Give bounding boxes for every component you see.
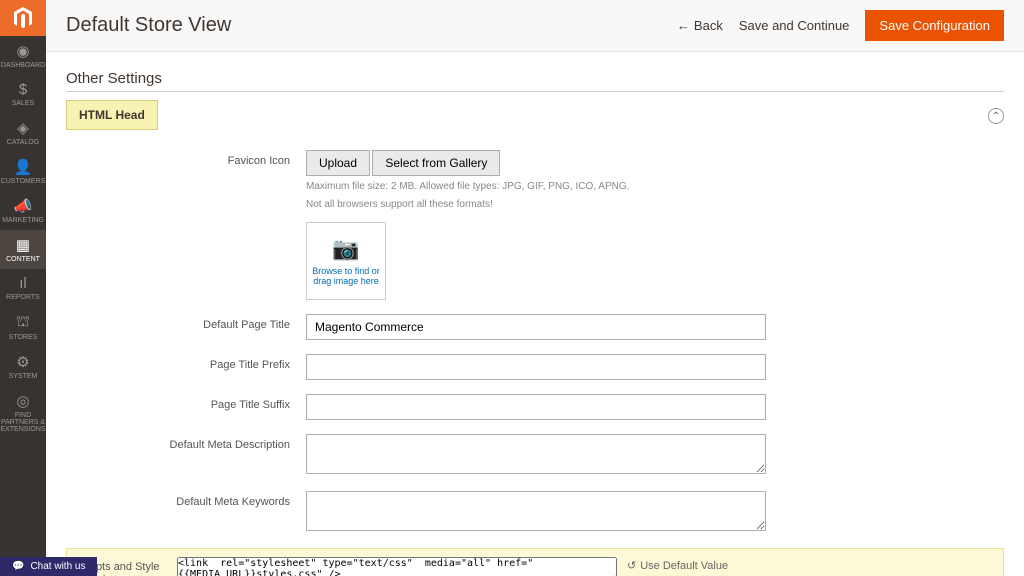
image-dropzone[interactable]: 📷 Browse to find or drag image here	[306, 222, 386, 300]
row-scripts: Scripts and Style Sheets <link rel="styl…	[66, 548, 1004, 576]
layout-icon: ▦	[16, 236, 30, 254]
arrow-left-icon: ←	[677, 18, 690, 33]
label-meta-keywords: Default Meta Keywords	[66, 491, 306, 534]
person-icon: 👤	[14, 158, 33, 176]
nav-marketing[interactable]: 📣MARKETING	[0, 191, 46, 230]
sidebar: ◉DASHBOARD $SALES ◈CATALOG 👤CUSTOMERS 📣M…	[0, 0, 46, 576]
select-gallery-button[interactable]: Select from Gallery	[372, 150, 500, 176]
label-favicon: Favicon Icon	[66, 150, 306, 300]
gear-icon: ⚙	[16, 353, 29, 371]
store-icon: ⛫	[16, 313, 30, 332]
nav-sales[interactable]: $SALES	[0, 75, 46, 113]
back-button[interactable]: ←Back	[677, 18, 723, 33]
save-configuration-button[interactable]: Save Configuration	[865, 10, 1004, 41]
chat-widget[interactable]: 💬 Chat with us	[0, 557, 97, 576]
nav-reports[interactable]: ılREPORTS	[0, 269, 46, 307]
upload-button[interactable]: Upload	[306, 150, 370, 176]
link-icon: ◎	[16, 392, 29, 410]
textarea-meta-description[interactable]	[306, 434, 766, 474]
magento-logo	[0, 0, 46, 36]
nav-catalog[interactable]: ◈CATALOG	[0, 113, 46, 152]
megaphone-icon: 📣	[14, 197, 33, 215]
save-continue-button[interactable]: Save and Continue	[739, 18, 850, 33]
input-page-title-suffix[interactable]	[306, 394, 766, 420]
section-other-settings: Other Settings	[66, 66, 1004, 92]
label-page-title-prefix: Page Title Prefix	[66, 354, 306, 380]
nav-system[interactable]: ⚙SYSTEM	[0, 347, 46, 386]
accordion-html-head[interactable]: HTML Head	[66, 100, 158, 130]
collapse-icon[interactable]: ⌃	[988, 108, 1004, 124]
chart-icon: ıl	[19, 275, 27, 292]
label-default-page-title: Default Page Title	[66, 314, 306, 340]
nav-dashboard[interactable]: ◉DASHBOARD	[0, 36, 46, 75]
input-default-page-title[interactable]	[306, 314, 766, 340]
label-meta-description: Default Meta Description	[66, 434, 306, 477]
favicon-hint-1: Maximum file size: 2 MB. Allowed file ty…	[306, 180, 766, 194]
textarea-meta-keywords[interactable]	[306, 491, 766, 531]
page-header: Default Store View ←Back Save and Contin…	[46, 0, 1024, 52]
nav-stores[interactable]: ⛫STORES	[0, 307, 46, 347]
reset-icon[interactable]: ↺	[627, 559, 636, 572]
nav-customers[interactable]: 👤CUSTOMERS	[0, 152, 46, 191]
cube-icon: ◈	[17, 119, 29, 137]
nav-content[interactable]: ▦CONTENT	[0, 230, 46, 269]
gauge-icon: ◉	[16, 42, 29, 60]
dropzone-text: Browse to find or drag image here	[307, 266, 385, 286]
page-title: Default Store View	[66, 14, 231, 37]
label-page-title-suffix: Page Title Suffix	[66, 394, 306, 420]
dollar-icon: $	[19, 81, 27, 98]
favicon-hint-2: Not all browsers support all these forma…	[306, 198, 766, 212]
nav-partners[interactable]: ◎FIND PARTNERS & EXTENSIONS	[0, 386, 46, 439]
camera-icon: 📷	[332, 236, 359, 262]
textarea-scripts[interactable]: <link rel="stylesheet" type="text/css" m…	[177, 557, 617, 576]
input-page-title-prefix[interactable]	[306, 354, 766, 380]
use-default-scripts[interactable]: Use Default Value	[640, 560, 728, 572]
chat-icon: 💬	[12, 561, 24, 572]
